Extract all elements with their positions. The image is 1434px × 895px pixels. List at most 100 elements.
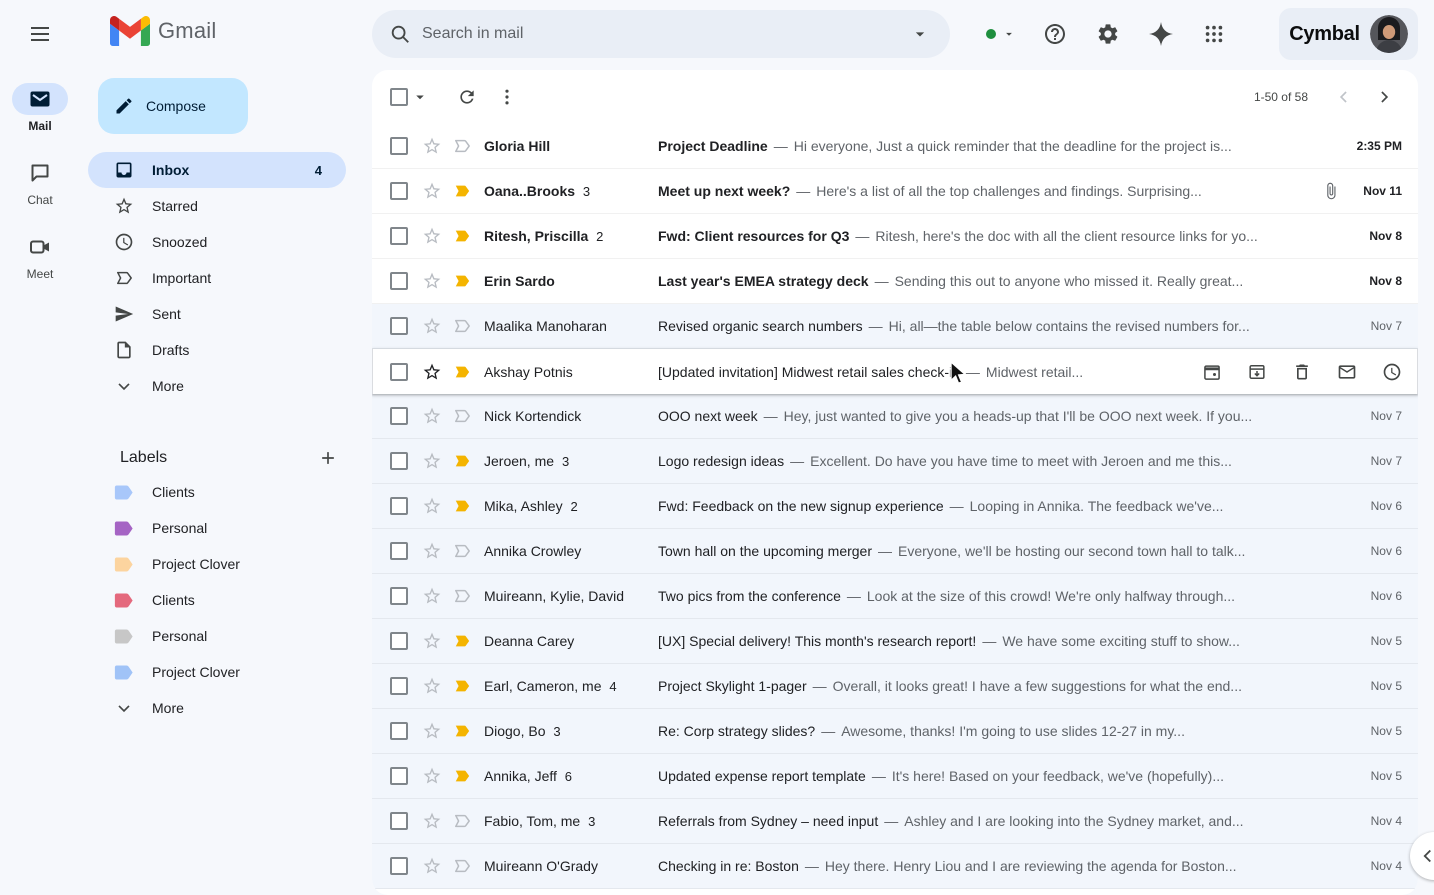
importance-marker-icon[interactable]: [452, 226, 472, 246]
star-icon[interactable]: [422, 496, 442, 516]
main-menu-button[interactable]: [16, 10, 64, 58]
search-input[interactable]: [422, 25, 898, 43]
gmail-logo[interactable]: Gmail: [110, 16, 216, 46]
sidebar-item-snoozed[interactable]: Snoozed: [88, 224, 346, 260]
star-icon[interactable]: [422, 271, 442, 291]
label-item[interactable]: Project Clover: [88, 546, 346, 582]
email-row[interactable]: Earl, Cameron, me 4 Project Skylight 1-p…: [372, 664, 1418, 709]
row-checkbox[interactable]: [390, 137, 408, 155]
sidebar-item-more[interactable]: More: [88, 368, 346, 404]
importance-marker-icon[interactable]: [452, 541, 472, 561]
star-icon[interactable]: [422, 856, 442, 876]
importance-marker-icon[interactable]: [452, 631, 472, 651]
star-icon[interactable]: [422, 631, 442, 651]
star-icon[interactable]: [422, 721, 442, 741]
star-icon[interactable]: [422, 316, 442, 336]
row-checkbox[interactable]: [390, 227, 408, 245]
label-item[interactable]: Clients: [88, 582, 346, 618]
email-row[interactable]: Deanna Carey [UX] Special delivery! This…: [372, 619, 1418, 664]
importance-marker-icon[interactable]: [452, 362, 472, 382]
rsvp-calendar-icon[interactable]: [1202, 362, 1222, 382]
delete-icon[interactable]: [1292, 362, 1312, 382]
email-row[interactable]: Jeroen, me 3 Logo redesign ideas — Excel…: [372, 439, 1418, 484]
email-row[interactable]: Oana..Brooks 3 Meet up next week? — Here…: [372, 169, 1418, 214]
star-icon[interactable]: [422, 811, 442, 831]
row-checkbox[interactable]: [390, 407, 408, 425]
apps-button[interactable]: [1190, 10, 1238, 58]
create-label-button[interactable]: [310, 440, 346, 476]
email-row[interactable]: Maalika Manoharan Revised organic search…: [372, 304, 1418, 349]
email-row[interactable]: Akshay Potnis [Updated invitation] Midwe…: [372, 349, 1418, 394]
email-row[interactable]: Fabio, Tom, me 3 Referrals from Sydney –…: [372, 799, 1418, 844]
presence-status[interactable]: [976, 14, 1026, 54]
importance-marker-icon[interactable]: [452, 676, 472, 696]
row-checkbox[interactable]: [390, 857, 408, 875]
compose-button[interactable]: Compose: [98, 78, 248, 134]
row-checkbox[interactable]: [390, 632, 408, 650]
star-icon[interactable]: [422, 226, 442, 246]
star-icon[interactable]: [422, 586, 442, 606]
rail-item-chat[interactable]: Chat: [0, 157, 80, 231]
labels-more[interactable]: More: [88, 690, 346, 726]
search-options-button[interactable]: [898, 12, 942, 56]
email-row[interactable]: Mika, Ashley 2 Fwd: Feedback on the new …: [372, 484, 1418, 529]
importance-marker-icon[interactable]: [452, 181, 472, 201]
snooze-icon[interactable]: [1382, 362, 1402, 382]
more-options-button[interactable]: [487, 77, 527, 117]
older-page-button[interactable]: [1366, 79, 1402, 115]
row-checkbox[interactable]: [390, 452, 408, 470]
row-checkbox[interactable]: [390, 677, 408, 695]
importance-marker-icon[interactable]: [452, 406, 472, 426]
select-all-checkbox[interactable]: [390, 88, 408, 106]
row-checkbox[interactable]: [390, 587, 408, 605]
row-checkbox[interactable]: [390, 182, 408, 200]
star-icon[interactable]: [422, 676, 442, 696]
star-icon[interactable]: [422, 406, 442, 426]
refresh-button[interactable]: [447, 77, 487, 117]
star-icon[interactable]: [422, 766, 442, 786]
email-row[interactable]: Ritesh, Priscilla 2 Fwd: Client resource…: [372, 214, 1418, 259]
row-checkbox[interactable]: [390, 317, 408, 335]
sidebar-item-drafts[interactable]: Drafts: [88, 332, 346, 368]
sidebar-item-inbox[interactable]: Inbox 4: [88, 152, 346, 188]
search-button[interactable]: [378, 12, 422, 56]
importance-marker-icon[interactable]: [452, 316, 472, 336]
label-item[interactable]: Personal: [88, 510, 346, 546]
importance-marker-icon[interactable]: [452, 136, 472, 156]
archive-icon[interactable]: [1247, 362, 1267, 382]
rail-item-meet[interactable]: Meet: [0, 231, 80, 305]
star-icon[interactable]: [422, 181, 442, 201]
email-row[interactable]: Erin Sardo Last year's EMEA strategy dec…: [372, 259, 1418, 304]
sidebar-item-starred[interactable]: Starred: [88, 188, 346, 224]
label-item[interactable]: Project Clover: [88, 654, 346, 690]
settings-button[interactable]: [1084, 10, 1132, 58]
row-checkbox[interactable]: [390, 722, 408, 740]
star-icon[interactable]: [422, 136, 442, 156]
row-checkbox[interactable]: [390, 542, 408, 560]
importance-marker-icon[interactable]: [452, 586, 472, 606]
gemini-button[interactable]: [1137, 10, 1185, 58]
importance-marker-icon[interactable]: [452, 856, 472, 876]
star-icon[interactable]: [422, 451, 442, 471]
email-row[interactable]: Muireann O'Grady Checking in re: Boston …: [372, 844, 1418, 889]
sidebar-item-sent[interactable]: Sent: [88, 296, 346, 332]
importance-marker-icon[interactable]: [452, 271, 472, 291]
email-row[interactable]: Diogo, Bo 3 Re: Corp strategy slides? — …: [372, 709, 1418, 754]
label-item[interactable]: Clients: [88, 474, 346, 510]
row-checkbox[interactable]: [390, 363, 408, 381]
help-button[interactable]: [1031, 10, 1079, 58]
row-checkbox[interactable]: [390, 272, 408, 290]
email-row[interactable]: Annika, Jeff 6 Updated expense report te…: [372, 754, 1418, 799]
newer-page-button[interactable]: [1326, 79, 1362, 115]
mark-as-read-icon[interactable]: [1337, 362, 1357, 382]
importance-marker-icon[interactable]: [452, 766, 472, 786]
email-row[interactable]: Gloria Hill Project Deadline — Hi everyo…: [372, 124, 1418, 169]
label-item[interactable]: Personal: [88, 618, 346, 654]
importance-marker-icon[interactable]: [452, 811, 472, 831]
star-icon[interactable]: [422, 362, 442, 382]
email-row[interactable]: Annika Crowley Town hall on the upcoming…: [372, 529, 1418, 574]
email-row[interactable]: Nick Kortendick OOO next week — Hey, jus…: [372, 394, 1418, 439]
sidebar-item-important[interactable]: Important: [88, 260, 346, 296]
row-checkbox[interactable]: [390, 767, 408, 785]
star-icon[interactable]: [422, 541, 442, 561]
